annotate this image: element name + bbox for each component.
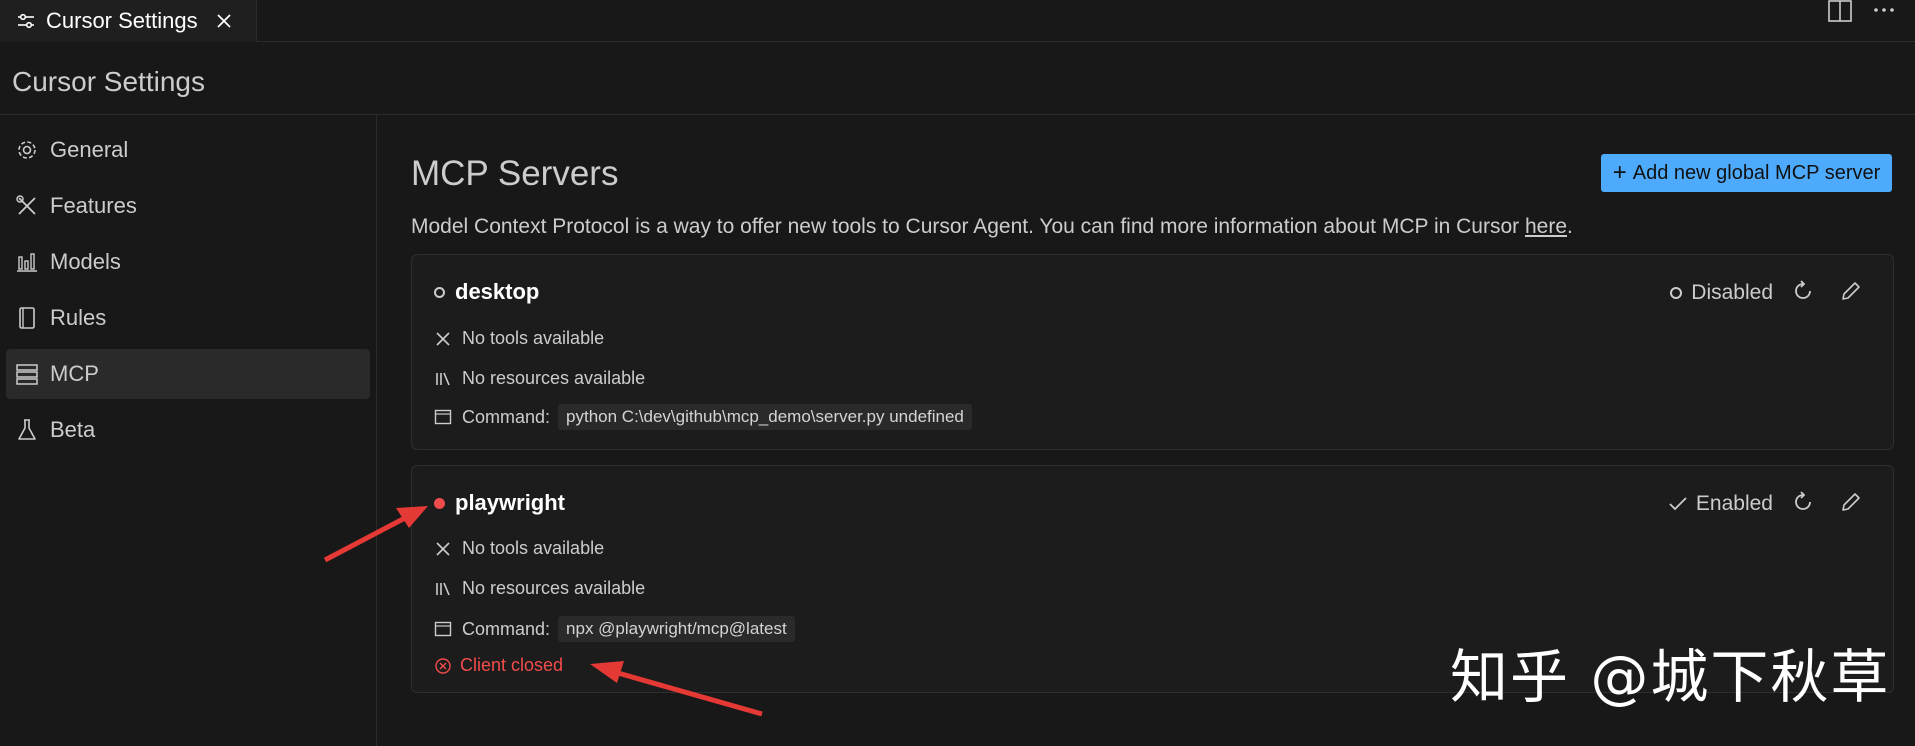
sidebar-item-label: General: [50, 137, 129, 162]
sidebar: General Features Models Rules MCP Beta: [0, 115, 377, 746]
flask-icon: [18, 419, 36, 440]
description: Model Context Protocol is a way to offer…: [411, 215, 1573, 239]
tab-bar: Cursor Settings: [0, 0, 1915, 42]
edit-icon[interactable]: [1839, 279, 1863, 303]
resources-row: No resources available: [434, 368, 645, 389]
status-dot: [434, 498, 445, 509]
watermark: 知乎 @城下秋草: [1450, 643, 1891, 711]
more-icon[interactable]: [1870, 0, 1900, 24]
terminal-icon: [434, 621, 452, 637]
command-value: python C:\dev\github\mcp_demo\server.py …: [558, 404, 972, 430]
check-icon: [1669, 497, 1687, 511]
command-row: Command: npx @playwright/mcp@latest: [434, 616, 795, 642]
split-editor-icon[interactable]: [1826, 0, 1856, 24]
sidebar-item-mcp[interactable]: MCP: [6, 349, 370, 399]
sidebar-item-general[interactable]: General: [6, 125, 370, 175]
tab-title: Cursor Settings: [46, 8, 198, 33]
refresh-icon[interactable]: [1791, 279, 1815, 303]
refresh-icon[interactable]: [1791, 490, 1815, 514]
tools-icon: [16, 195, 36, 215]
sidebar-item-beta[interactable]: Beta: [6, 405, 370, 455]
command-label: Command:: [462, 618, 551, 639]
gear-icon: [18, 141, 36, 159]
command-label: Command:: [462, 406, 551, 427]
command-value: npx @playwright/mcp@latest: [558, 616, 795, 642]
sidebar-item-label: Rules: [50, 305, 107, 330]
error-text: Client closed: [460, 655, 564, 675]
command-row: Command: python C:\dev\github\mcp_demo\s…: [434, 404, 972, 430]
server-name: desktop: [455, 279, 540, 304]
settings-sliders-icon: [18, 13, 34, 29]
status-dot: [434, 287, 445, 298]
book-icon: [19, 307, 35, 329]
resources-row: No resources available: [434, 578, 645, 599]
description-end: .: [1567, 215, 1573, 238]
error-icon: [435, 657, 451, 674]
sidebar-item-models[interactable]: Models: [6, 237, 370, 287]
sidebar-item-label: Beta: [50, 417, 96, 442]
here-link[interactable]: here: [1525, 215, 1567, 238]
error-row: Client closed: [434, 655, 563, 676]
server-toggle[interactable]: Disabled: [1669, 281, 1773, 305]
description-text: Model Context Protocol is a way to offer…: [411, 215, 1525, 238]
server-status: Enabled: [1695, 492, 1773, 515]
library-icon: [436, 582, 450, 595]
tools-row: No tools available: [434, 538, 604, 559]
plus-icon: +: [1612, 159, 1627, 186]
tools-text: No tools available: [462, 328, 605, 348]
resources-text: No resources available: [462, 368, 646, 388]
sidebar-item-features[interactable]: Features: [6, 181, 370, 231]
page-header: Cursor Settings: [12, 66, 205, 97]
add-button-label: Add new global MCP server: [1632, 161, 1881, 184]
tools-text: No tools available: [462, 538, 605, 558]
chart-icon: [17, 253, 37, 272]
page-title: MCP Servers: [411, 154, 619, 193]
server-status: Disabled: [1691, 281, 1773, 304]
server-card-desktop: desktop Disabled No tools available No r…: [411, 254, 1894, 450]
server-toggle[interactable]: Enabled: [1668, 492, 1773, 516]
server-name: playwright: [455, 490, 566, 515]
sidebar-item-rules[interactable]: Rules: [6, 293, 370, 343]
tools-row: No tools available: [434, 328, 604, 349]
close-icon[interactable]: [214, 11, 234, 31]
resources-text: No resources available: [462, 578, 646, 598]
tools-icon: [436, 541, 450, 556]
sidebar-item-label: Features: [50, 193, 137, 218]
sidebar-item-label: MCP: [50, 361, 99, 386]
edit-icon[interactable]: [1839, 490, 1863, 514]
tab-cursor-settings[interactable]: Cursor Settings: [0, 0, 257, 42]
sidebar-item-label: Models: [50, 249, 121, 274]
circle-icon: [1670, 287, 1683, 299]
add-mcp-server-button[interactable]: + Add new global MCP server: [1601, 154, 1892, 192]
terminal-icon: [434, 409, 452, 425]
tools-icon: [436, 331, 450, 346]
library-icon: [436, 372, 450, 385]
server-icon: [16, 364, 38, 385]
